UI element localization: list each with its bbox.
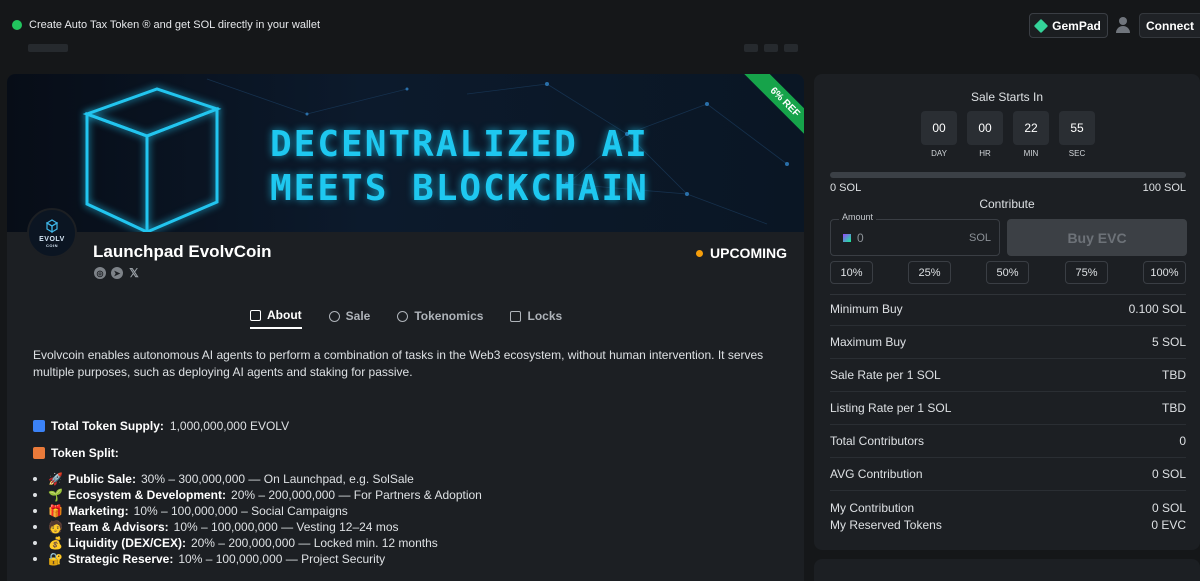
divider (830, 457, 1186, 458)
logo-subtext: COIN (46, 243, 58, 248)
progress-min: 0 SOL (830, 182, 862, 194)
promo-notice[interactable]: Create Auto Tax Token ® and get SOL dire… (12, 19, 320, 31)
project-banner: DECENTRALIZED AI MEETS BLOCKCHAIN 6% REF (7, 74, 804, 232)
cube-icon (82, 87, 222, 232)
gift-icon: 🎁 (48, 504, 63, 518)
sale-starts-label: Sale Starts In (970, 90, 1044, 104)
project-description: Evolvcoin enables autonomous AI agents t… (33, 348, 764, 379)
status-text: UPCOMING (710, 245, 787, 261)
list-item: 💰 Liquidity (DEX/CEX): 20% – 200,000,000 —… (33, 535, 482, 551)
token-distribution-card (814, 559, 1200, 581)
token-split-list: 🚀 Public Sale: 30% – 300,000,000 — On Laun… (33, 471, 482, 567)
x-twitter-icon[interactable]: 𝕏 (128, 266, 140, 280)
amount-value[interactable]: 0 (857, 231, 864, 245)
project-logo: EVOLV COIN (27, 208, 77, 258)
social-links: ◎ ➤ 𝕏 (94, 266, 140, 280)
tab-tokenomics-label: Tokenomics (414, 309, 484, 323)
countdown-seconds: 55 SEC (1059, 111, 1095, 158)
percent-100-button[interactable]: 100% (1143, 261, 1186, 284)
banner-headline-1: DECENTRALIZED AI (270, 124, 649, 165)
countdown-timer: 00 DAY 00 HR 22 MIN 55 SEC (921, 111, 1095, 158)
divider (830, 358, 1186, 359)
divider (830, 490, 1186, 491)
contribute-heading: Contribute (979, 197, 1035, 211)
project-card: DECENTRALIZED AI MEETS BLOCKCHAIN 6% REF… (7, 74, 804, 581)
person-icon: 🧑 (48, 520, 63, 534)
percent-75-button[interactable]: 75% (1065, 261, 1108, 284)
tab-locks[interactable]: Locks (510, 303, 562, 329)
gempad-button[interactable]: GemPad (1029, 13, 1108, 38)
connect-button[interactable]: Connect (1139, 13, 1200, 38)
list-item: 🚀 Public Sale: 30% – 300,000,000 — On Laun… (33, 471, 482, 487)
tab-tokenomics[interactable]: Tokenomics (397, 303, 483, 329)
faded-breadcrumb-row (12, 44, 1200, 54)
logo-cube-icon (45, 219, 59, 234)
book-icon (250, 309, 261, 321)
status-dot-icon (696, 249, 703, 257)
divider (830, 294, 1186, 295)
percent-50-button[interactable]: 50% (986, 261, 1029, 284)
percent-25-button[interactable]: 25% (908, 261, 951, 284)
list-item: 🎁 Marketing: 10% – 100,000,000 – Social Ca… (33, 503, 482, 519)
globe-icon[interactable]: ◎ (94, 267, 106, 279)
user-icon[interactable] (1116, 17, 1130, 33)
top-bar: Create Auto Tax Token ® and get SOL dire… (0, 0, 1200, 52)
money-bag-icon: 💰 (48, 536, 63, 550)
amount-input[interactable]: Amount 0 SOL (830, 212, 1000, 256)
token-split-heading: Token Split: (33, 446, 119, 460)
countdown-days: 00 DAY (921, 111, 957, 158)
list-item: 🧑 Team & Advisors: 10% – 100,000,000 — Ves… (33, 519, 482, 535)
gempad-label: GemPad (1052, 18, 1101, 33)
tab-locks-label: Locks (527, 309, 563, 323)
rocket-icon: 🚀 (48, 472, 63, 486)
banner-headline-2: MEETS BLOCKCHAIN (270, 168, 649, 209)
status-dot-icon (12, 20, 22, 30)
progress-max: 100 SOL (1142, 182, 1186, 194)
supply-label: Total Token Supply: (51, 419, 164, 433)
numbers-icon (33, 420, 45, 432)
percent-10-button[interactable]: 10% (830, 261, 873, 284)
countdown-minutes: 22 MIN (1013, 111, 1049, 158)
total-supply: Total Token Supply: 1,000,000,000 EVOLV (33, 419, 289, 433)
logo-text: EVOLV (39, 236, 65, 243)
list-item: 🌱 Ecosystem & Development: 20% – 200,000,0… (33, 487, 482, 503)
tab-sale[interactable]: Sale (328, 303, 371, 329)
sale-progress-bar (830, 172, 1186, 178)
amount-label: Amount (839, 212, 877, 222)
seedling-icon: 🌱 (48, 488, 63, 502)
supply-value: 1,000,000,000 EVOLV (169, 419, 290, 433)
promo-notice-text: Create Auto Tax Token ® and get SOL dire… (29, 19, 321, 31)
tab-about-label: About (267, 308, 302, 322)
telegram-icon[interactable]: ➤ (111, 267, 123, 279)
status-badge: UPCOMING (696, 245, 787, 261)
bricks-icon (33, 447, 45, 459)
divider (830, 391, 1186, 392)
info-icon (328, 310, 340, 322)
project-title: Launchpad EvolvCoin (93, 242, 272, 261)
pie-chart-icon (397, 310, 409, 322)
divider (830, 325, 1186, 326)
divider (830, 424, 1186, 425)
countdown-hours: 00 HR (967, 111, 1003, 158)
project-tabs: About Sale Tokenomics Locks (250, 303, 562, 329)
lock-key-icon: 🔐 (48, 552, 63, 566)
tab-about[interactable]: About (250, 303, 302, 329)
split-label: Token Split: (51, 446, 119, 460)
list-item: 🔐 Strategic Reserve: 10% – 100,000,000 — P… (33, 551, 482, 567)
sale-panel: Sale Starts In 00 DAY 00 HR 22 MIN 55 SEC 0 … (814, 74, 1200, 550)
lock-icon (510, 310, 522, 322)
amount-unit: SOL (968, 232, 991, 244)
solana-icon (843, 234, 851, 242)
buy-button[interactable]: Buy EVC (1007, 219, 1187, 256)
tab-sale-label: Sale (345, 309, 371, 323)
gem-icon (1034, 18, 1049, 33)
